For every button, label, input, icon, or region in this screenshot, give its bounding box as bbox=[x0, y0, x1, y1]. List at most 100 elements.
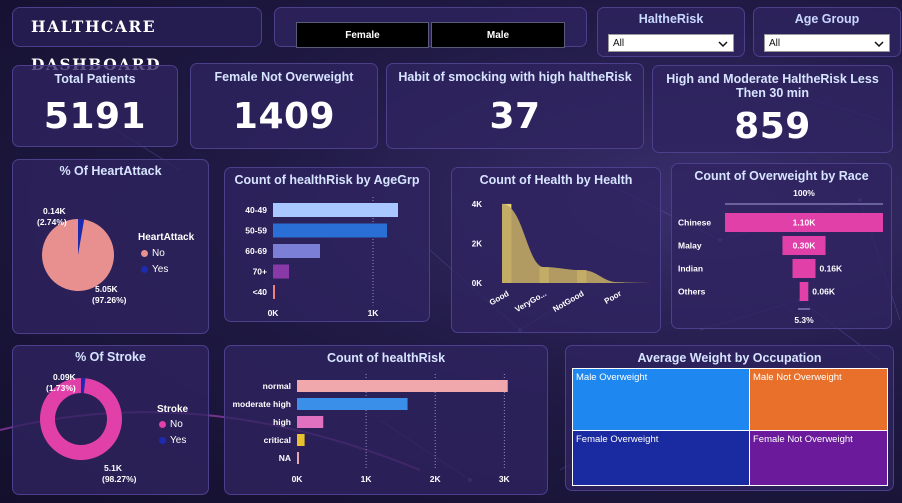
value-label: 0.30K bbox=[793, 241, 817, 251]
health-area-chart: 4K 2K 0K Good VeryGo... NotGood Poor bbox=[472, 200, 652, 314]
value-label: 0.16K bbox=[819, 264, 843, 274]
kpi-smoking-high-risk: Habit of smocking with high haltheRisk 3… bbox=[386, 63, 644, 149]
x-tick-label: 0K bbox=[292, 474, 304, 484]
no-pct-label: (97.26%) bbox=[92, 295, 127, 305]
legend-item-no: No bbox=[159, 419, 183, 430]
bar bbox=[297, 434, 305, 446]
category-label: 50-59 bbox=[245, 226, 267, 236]
bar bbox=[273, 203, 398, 217]
legend-dot bbox=[141, 265, 148, 273]
no-count-label: 5.05K bbox=[95, 284, 118, 294]
bar bbox=[297, 452, 299, 464]
kpi-total-patients: Total Patients 5191 bbox=[12, 65, 178, 147]
legend-item-yes: Yes bbox=[141, 264, 168, 275]
no-count-label: 5.1K bbox=[104, 463, 122, 473]
heart-attack-card: % Of HeartAttack 0.14K (2.74%) 5.05K (97… bbox=[12, 159, 209, 334]
tile-label: Female Overweight bbox=[576, 434, 659, 445]
age-group-card: Count of healthRisk by AgeGrp 0K 1K 40-49 5… bbox=[224, 167, 430, 322]
kpi-value: 1409 bbox=[232, 96, 336, 137]
bar bbox=[273, 244, 320, 258]
haltherisk-dropdown[interactable]: All bbox=[608, 34, 734, 52]
category-label: 60-69 bbox=[245, 246, 267, 256]
tile-male-overweight[interactable]: Male Overweight bbox=[572, 368, 750, 431]
category-label: moderate high bbox=[232, 399, 291, 409]
category-label: Malay bbox=[678, 241, 702, 251]
category-label: NA bbox=[279, 453, 291, 463]
age-group-dropdown-value: All bbox=[769, 38, 781, 49]
legend-label: No bbox=[152, 248, 165, 259]
category-label: high bbox=[273, 417, 291, 427]
category-label: Others bbox=[678, 287, 706, 297]
occupation-card: Average Weight by Occupation Male Overwe… bbox=[565, 345, 894, 491]
kpi-female-not-overweight: Female Not Overweight 1409 bbox=[190, 63, 378, 149]
yes-count-label: 0.14K bbox=[43, 206, 66, 216]
legend-item-no: No bbox=[141, 248, 165, 259]
tile-male-not-overweight[interactable]: Male Not Overweight bbox=[749, 368, 888, 431]
tile-label: Male Overweight bbox=[576, 372, 648, 383]
legend-dot bbox=[159, 420, 166, 428]
dashboard-title: HALTHCARE DASHBOARD bbox=[12, 7, 262, 74]
chart-title: % Of HeartAttack bbox=[59, 164, 162, 178]
category-label: critical bbox=[264, 435, 291, 445]
female-button[interactable]: Female bbox=[296, 22, 429, 48]
funnel-bottom-percent: 5.3% bbox=[794, 315, 814, 325]
legend-dot bbox=[159, 436, 166, 444]
x-tick-label: 3K bbox=[499, 474, 511, 484]
x-tick-label: 1K bbox=[361, 474, 373, 484]
y-tick-label: 2K bbox=[472, 239, 482, 248]
value-label: 0.06K bbox=[812, 287, 836, 297]
funnel-top-percent: 100% bbox=[793, 188, 815, 198]
tile-label: Female Not Overweight bbox=[753, 434, 853, 445]
kpi-value: 859 bbox=[734, 106, 811, 147]
legend-dot bbox=[141, 249, 148, 257]
x-tick-label: Poor bbox=[603, 289, 623, 306]
age-group-filter: Age Group All bbox=[753, 7, 901, 57]
age-group-bar-chart: 0K 1K 40-49 50-59 60-69 70+ <40 bbox=[245, 197, 398, 318]
legend-title: Stroke bbox=[157, 404, 189, 415]
bar bbox=[297, 416, 324, 428]
x-tick-label: 2K bbox=[430, 474, 442, 484]
kpi-title: Habit of smocking with high haltheRisk bbox=[398, 70, 632, 84]
chart-title: Average Weight by Occupation bbox=[637, 351, 822, 365]
bar bbox=[273, 264, 289, 279]
tile-female-overweight[interactable]: Female Overweight bbox=[572, 430, 750, 486]
yes-count-label: 0.09K bbox=[53, 372, 76, 382]
legend-label: Yes bbox=[170, 435, 187, 446]
x-tick-label: Good bbox=[488, 289, 511, 307]
health-risk-card: Count of healthRisk 0K 1K 2K 3K normal modera… bbox=[224, 345, 548, 495]
haltherisk-filter: HaltheRisk All bbox=[597, 7, 745, 57]
health-card: Count of Health by Health 4K 2K 0K Good Very… bbox=[451, 167, 661, 333]
funnel-bar bbox=[799, 282, 809, 301]
area-highlight bbox=[502, 203, 652, 283]
male-button[interactable]: Male bbox=[431, 22, 565, 48]
heart-attack-pie bbox=[41, 219, 115, 291]
category-label: 70+ bbox=[253, 267, 267, 277]
value-label: 1.10K bbox=[793, 218, 817, 228]
stroke-card: % Of Stroke 0.09K (1.73%) 5.1K (98.27%) … bbox=[12, 345, 209, 495]
chevron-down-icon bbox=[874, 41, 884, 48]
kpi-title: Female Not Overweight bbox=[214, 70, 354, 84]
legend-label: Yes bbox=[152, 264, 169, 275]
x-tick-label: 0K bbox=[268, 308, 280, 318]
health-risk-bar-chart: 0K 1K 2K 3K normal moderate high high critical N… bbox=[232, 374, 511, 484]
legend-item-yes: Yes bbox=[159, 435, 186, 446]
kpi-high-moderate-risk: High and Moderate HaltheRisk Less Then 3… bbox=[652, 65, 893, 153]
haltherisk-filter-title: HaltheRisk bbox=[638, 12, 704, 26]
funnel-bar bbox=[792, 259, 816, 278]
bar bbox=[297, 398, 408, 410]
chevron-down-icon bbox=[718, 41, 728, 48]
category-label: Indian bbox=[678, 264, 703, 274]
race-funnel-chart: 100% Chinese 1.10K Malay 0.30K Indian 0.16K Oth… bbox=[678, 188, 883, 325]
yes-pct-label: (2.74%) bbox=[37, 217, 67, 227]
bar bbox=[297, 380, 508, 392]
y-tick-label: 0K bbox=[472, 279, 482, 288]
race-card: Count of Overweight by Race 100% Chinese 1… bbox=[671, 163, 892, 329]
yes-pct-label: (1.73%) bbox=[46, 383, 76, 393]
haltherisk-dropdown-value: All bbox=[613, 38, 625, 49]
age-group-dropdown[interactable]: All bbox=[764, 34, 890, 52]
no-pct-label: (98.27%) bbox=[102, 474, 137, 484]
kpi-value: 37 bbox=[489, 96, 541, 137]
tile-female-not-overweight[interactable]: Female Not Overweight bbox=[749, 430, 888, 486]
gender-toggle: Female Male bbox=[274, 7, 587, 48]
category-label: 40-49 bbox=[245, 205, 267, 215]
